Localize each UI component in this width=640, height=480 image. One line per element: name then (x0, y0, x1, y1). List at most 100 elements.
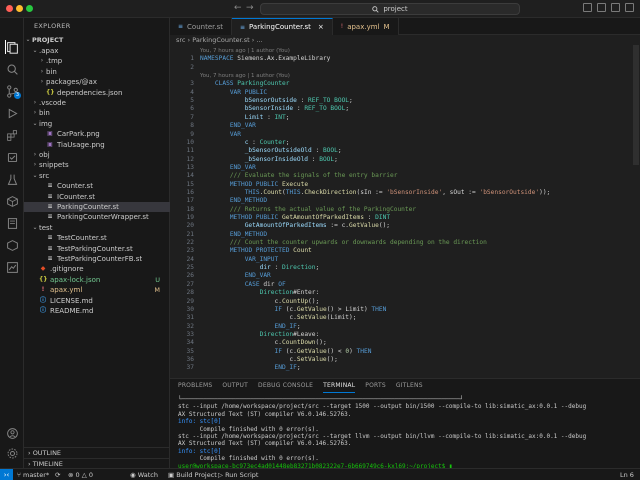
back-arrow-icon[interactable]: ← (234, 3, 242, 13)
panel-tab[interactable]: PORTS (365, 379, 386, 393)
code-line[interactable]: 35 IF (c.GetValue() < 0) THEN (170, 348, 640, 356)
sidebar-item[interactable]: ▣ CarPark.png (24, 129, 170, 139)
watch-status[interactable]: ◉ Watch (130, 469, 158, 480)
editor-tab[interactable]: ≡ ParkingCounter.st × (231, 18, 333, 35)
source-control-icon[interactable]: 3 (5, 84, 21, 99)
code-line[interactable]: 15 METHOD PUBLIC Execute (170, 181, 640, 189)
code-line[interactable]: 24 VAR_INPUT (170, 256, 640, 264)
code-line[interactable]: 8 END_VAR (170, 122, 640, 130)
maximize-window-button[interactable] (26, 5, 33, 12)
sidebar-item[interactable]: ⌄ src (24, 171, 170, 181)
code-line[interactable]: 25 dir : Direction; (170, 264, 640, 272)
sidebar-item[interactable]: › bin (24, 108, 170, 118)
settings-icon[interactable] (5, 446, 19, 460)
code-line[interactable]: 19 METHOD PUBLIC GetAmountOfParkedItems … (170, 214, 640, 222)
code-line[interactable]: 17 END_METHOD (170, 197, 640, 205)
code-line[interactable]: 1 NAMESPACE Siemens.Ax.ExampleLibrary (170, 55, 640, 63)
sidebar-item[interactable]: › packages/@ax (24, 77, 170, 87)
code-line[interactable]: 26 END_VAR (170, 272, 640, 280)
sidebar-item[interactable]: ▣ TiaUsage.png (24, 140, 170, 150)
editor-tab[interactable]: ! apax.yml M (332, 18, 399, 35)
remote-indicator-icon[interactable]: ›‹ (0, 469, 13, 480)
customize-layout-icon[interactable] (625, 3, 634, 12)
code-line[interactable]: 5 bSensorOutside : REF_TO BOOL; (170, 97, 640, 105)
sidebar-item[interactable]: ⓘ LICENSE.md (24, 296, 170, 306)
cursor-position[interactable]: Ln 6 (620, 469, 634, 480)
search-icon[interactable] (5, 62, 19, 76)
sidebar-item[interactable]: ⓘ README.md (24, 306, 170, 316)
sidebar-item[interactable]: ≡ ParkingCounter.st (24, 202, 170, 212)
minimize-window-button[interactable] (16, 5, 23, 12)
blame-annotation[interactable]: You, 7 hours ago | 1 author (You) (170, 47, 640, 55)
hardware-icon[interactable] (5, 238, 19, 252)
code-line[interactable]: 11 _bSensorOutsideOld : BOOL; (170, 147, 640, 155)
code-line[interactable]: 18 /// Returns the actual value of the P… (170, 206, 640, 214)
code-line[interactable]: 27 CASE dir OF (170, 281, 640, 289)
sidebar-item[interactable]: ⌄ img (24, 119, 170, 129)
problems-status[interactable]: ⊗ 0 △ 0 (68, 469, 93, 480)
code-line[interactable]: 3 CLASS ParkingCounter (170, 80, 640, 88)
code-line[interactable]: 20 GetAmountOfParkedItems := c.GetValue(… (170, 222, 640, 230)
sidebar-item[interactable]: › obj (24, 150, 170, 160)
sidebar-item[interactable]: › bin (24, 67, 170, 77)
sidebar-item[interactable]: ≡ ICounter.st (24, 192, 170, 202)
code-line[interactable]: 16 THIS.Count(THIS.CheckDirection(sIn :=… (170, 189, 640, 197)
plc-icon[interactable] (5, 216, 19, 230)
sidebar-item[interactable]: ⌄ .apax (24, 46, 170, 56)
code-line[interactable]: 30 IF (c.GetValue() > Limit) THEN (170, 306, 640, 314)
code-line[interactable]: 12 _bSensorInsideOld : BOOL; (170, 156, 640, 164)
editor-scrollbar[interactable] (632, 45, 640, 378)
code-line[interactable]: 34 c.CountDown(); (170, 339, 640, 347)
sidebar-item[interactable]: ≡ TestParkingCounterFB.st (24, 254, 170, 264)
extensions-icon[interactable] (5, 128, 19, 142)
close-icon[interactable]: × (318, 23, 324, 31)
panel-tab[interactable]: OUTPUT (222, 379, 248, 393)
code-line[interactable]: 6 bSensorInside : REF_TO BOOL; (170, 105, 640, 113)
sidebar-item[interactable]: {} apax-lock.json U (24, 275, 170, 285)
scrollbar-thumb[interactable] (633, 45, 639, 165)
code-line[interactable]: 32 END_IF; (170, 323, 640, 331)
sidebar-item[interactable]: › .tmp (24, 56, 170, 66)
code-line[interactable]: 37 END_IF; (170, 364, 640, 372)
sidebar-item[interactable]: ≡ ParkingCounterWrapper.st (24, 212, 170, 222)
sidebar-item[interactable]: ! apax.yml M (24, 285, 170, 295)
panel-tab[interactable]: TERMINAL (323, 379, 356, 393)
account-icon[interactable] (5, 426, 19, 440)
toggle-sidebar-icon[interactable] (583, 3, 592, 12)
package-icon[interactable] (5, 194, 19, 208)
sidebar-item[interactable]: ≡ TestCounter.st (24, 233, 170, 243)
sidebar-item[interactable]: ◆ .gitignore (24, 264, 170, 274)
build-project-button[interactable]: ▣ Build Project (168, 469, 217, 480)
code-line[interactable]: 22 /// Count the counter upwards or down… (170, 239, 640, 247)
toggle-secondary-sidebar-icon[interactable] (611, 3, 620, 12)
branch-status[interactable]: ⑂ master* (17, 469, 49, 480)
code-line[interactable]: 10 c : Counter; (170, 139, 640, 147)
code-line[interactable]: 2 (170, 64, 640, 72)
panel-tab[interactable]: PROBLEMS (178, 379, 212, 393)
command-center-search[interactable]: project (260, 3, 520, 15)
run-debug-icon[interactable] (5, 106, 19, 120)
beaker-icon[interactable] (5, 172, 19, 186)
code-line[interactable]: 36 c.SetValue(); (170, 356, 640, 364)
panel-tab[interactable]: DEBUG CONSOLE (258, 379, 313, 393)
chart-icon[interactable] (5, 260, 19, 274)
code-line[interactable]: 23 METHOD PROTECTED Count (170, 247, 640, 255)
sidebar-item[interactable]: ⌄ test (24, 223, 170, 233)
project-root[interactable]: ⌄ PROJECT (24, 35, 170, 45)
sidebar-item[interactable]: › .vscode (24, 98, 170, 108)
panel-tab[interactable]: GITLENS (396, 379, 423, 393)
code-line[interactable]: 9 VAR (170, 131, 640, 139)
code-line[interactable]: 14 /// Evaluate the signals of the entry… (170, 172, 640, 180)
run-script-button[interactable]: ▷ Run Script (218, 469, 258, 480)
code-line[interactable]: 33 Direction#Leave: (170, 331, 640, 339)
blame-annotation[interactable]: You, 7 hours ago | 1 author (You) (170, 72, 640, 80)
code-line[interactable]: 28 Direction#Enter: (170, 289, 640, 297)
toggle-panel-icon[interactable] (597, 3, 606, 12)
editor-tab[interactable]: ≡ Counter.st (170, 18, 232, 35)
code-line[interactable]: 31 c.SetValue(Limit); (170, 314, 640, 322)
explorer-icon[interactable] (5, 40, 19, 54)
sidebar-item[interactable]: ≡ TestParkingCounter.st (24, 244, 170, 254)
code-line[interactable]: 13 END_VAR (170, 164, 640, 172)
sync-icon[interactable]: ⟳ (55, 469, 60, 480)
sidebar-item[interactable]: ≡ Counter.st (24, 181, 170, 191)
